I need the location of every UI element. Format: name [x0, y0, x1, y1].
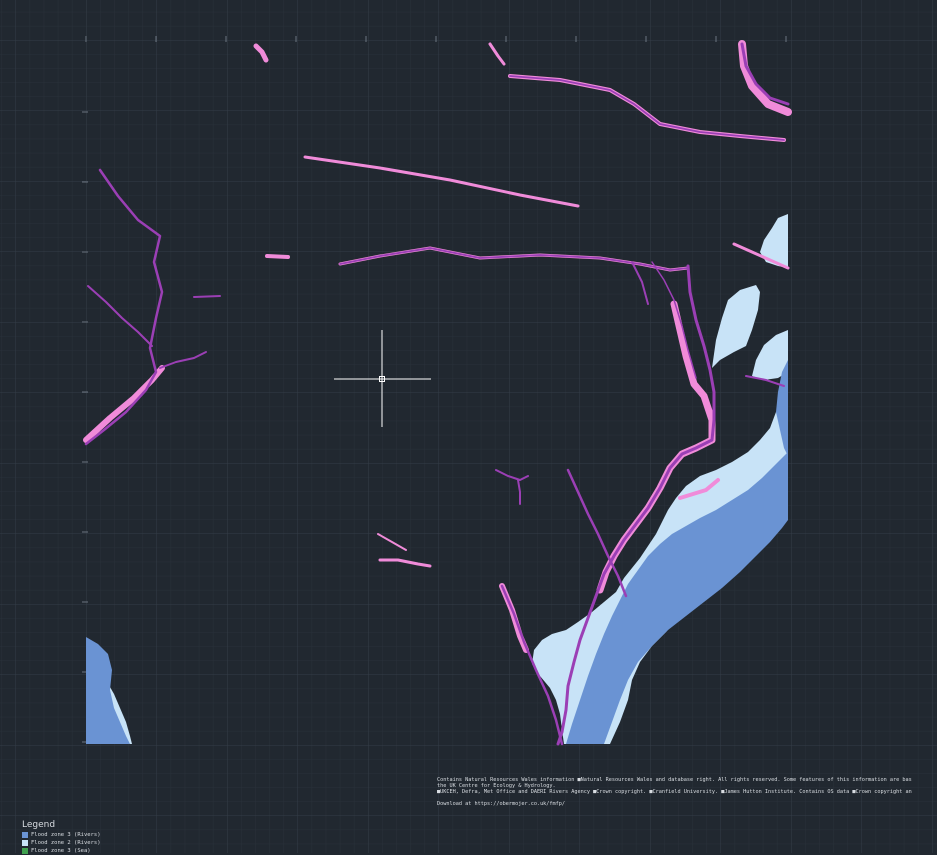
grid-major — [0, 0, 937, 853]
legend-item-flood-zone-3-sea: Flood zone 3 (Sea) — [22, 847, 142, 855]
legend-swatch — [22, 840, 28, 846]
legend-label: Flood zone 2 (Rivers) — [31, 840, 101, 846]
legend: Legend Flood zone 3 (Rivers) Flood zone … — [22, 820, 142, 855]
legend-label: Flood zone 3 (Sea) — [31, 848, 91, 854]
download-link[interactable]: Download at https://obermojer.co.uk/fmfp… — [437, 801, 565, 807]
legend-swatch — [22, 848, 28, 854]
legend-item-flood-zone-3-rivers: Flood zone 3 (Rivers) — [22, 831, 142, 839]
legend-item-flood-zone-2-rivers: Flood zone 2 (Rivers) — [22, 839, 142, 847]
map-viewport[interactable] — [0, 0, 937, 853]
legend-swatch — [22, 832, 28, 838]
legend-title: Legend — [22, 820, 56, 830]
attribution-text: Contains Natural Resources Wales informa… — [437, 777, 937, 795]
legend-label: Flood zone 3 (Rivers) — [31, 832, 101, 838]
attribution-line-3: ■UKCEH, Defra, Met Office and DAERI Rive… — [437, 789, 912, 795]
